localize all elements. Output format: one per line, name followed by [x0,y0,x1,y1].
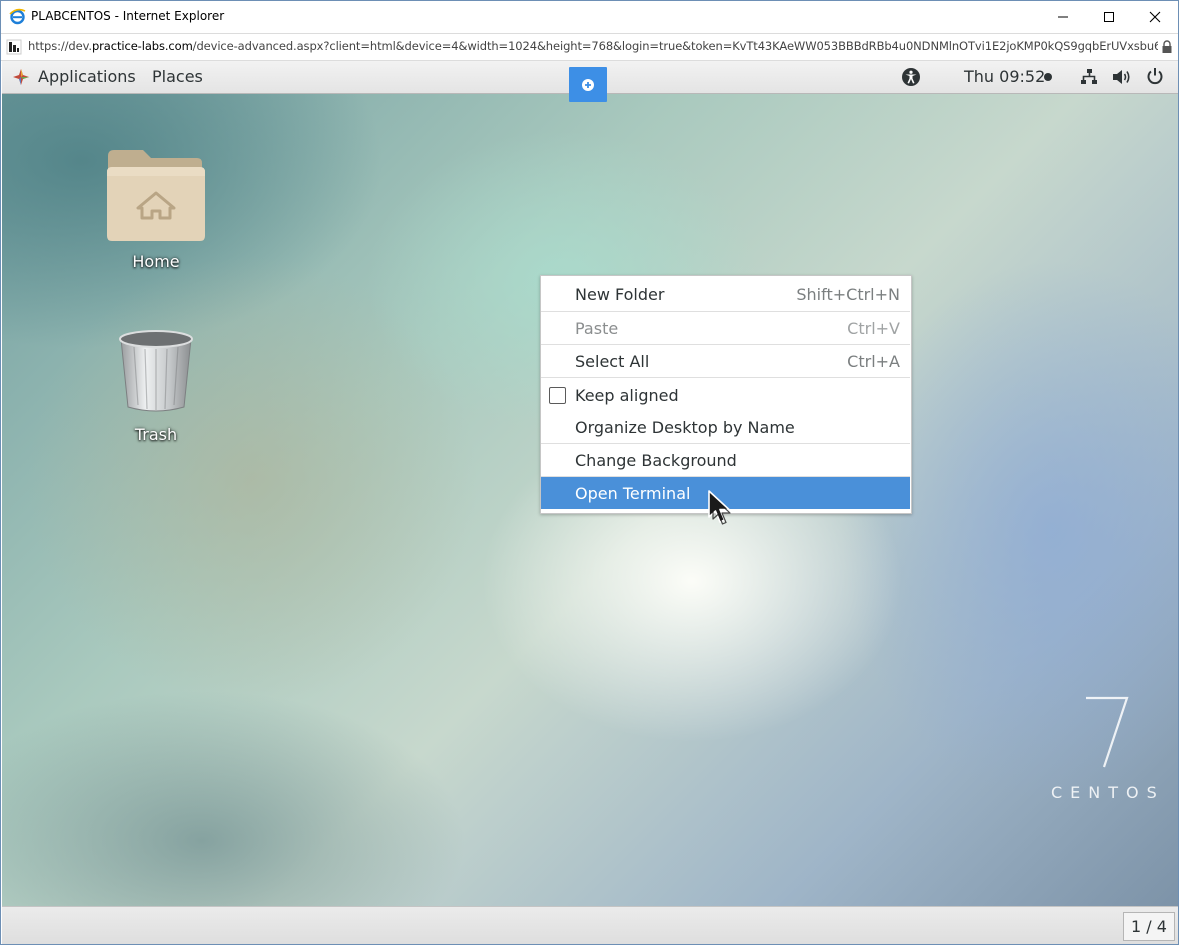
title-bar: PLABCENTOS - Internet Explorer [1,1,1178,33]
desktop-context-menu: New Folder Shift+Ctrl+N Paste Ctrl+V Sel… [540,275,912,514]
address-bar[interactable]: https://dev.practice-labs.com/device-adv… [1,33,1178,61]
menu-item-organize-by-name[interactable]: Organize Desktop by Name [541,411,910,443]
menu-item-keep-aligned[interactable]: Keep aligned [541,379,910,411]
remote-session-menu-button[interactable] [569,67,607,102]
site-favicon-icon [6,39,22,55]
window-title: PLABCENTOS - Internet Explorer [31,9,225,23]
url-prefix: https://dev. [28,39,92,53]
keep-aligned-checkbox[interactable] [549,387,566,404]
url-text[interactable]: https://dev.practice-labs.com/device-adv… [28,39,1158,53]
accessibility-icon[interactable] [901,67,921,87]
minimize-button[interactable] [1040,1,1086,32]
menu-item-change-background[interactable]: Change Background [541,444,910,476]
menu-item-label: Open Terminal [575,484,691,503]
remote-desktop[interactable]: Applications Places Thu 09:52 Home Trash… [2,61,1178,906]
gnome-bottom-panel: 1 / 4 [2,906,1178,944]
menu-item-label: Keep aligned [575,386,679,405]
volume-icon[interactable] [1112,68,1132,86]
menu-item-label: Paste [575,319,619,338]
notification-dot-icon [1044,73,1052,81]
workspace-indicator[interactable]: 1 / 4 [1123,912,1175,941]
maximize-button[interactable] [1086,1,1132,32]
desktop-icon-label: Trash [134,425,178,444]
plus-circle-icon [582,78,594,91]
mouse-pointer-icon [708,490,731,525]
menu-item-label: Select All [575,352,650,371]
menu-item-new-folder[interactable]: New Folder Shift+Ctrl+N [541,278,910,310]
internet-explorer-icon [9,8,26,25]
maximize-icon [1104,11,1114,22]
network-icon[interactable] [1080,68,1098,86]
trash-icon [119,330,193,412]
centos-logo-text: CENTOS [1051,783,1165,802]
menu-item-label: Organize Desktop by Name [575,418,795,437]
power-icon[interactable] [1146,67,1164,85]
close-button[interactable] [1132,1,1178,32]
desktop-icon-label: Home [132,252,180,271]
menu-item-paste: Paste Ctrl+V [541,312,910,344]
ie-window: PLABCENTOS - Internet Explorer https://d… [0,0,1179,945]
menu-item-shortcut: Shift+Ctrl+N [796,285,900,304]
applications-menu[interactable]: Applications [38,67,136,86]
url-domain: practice-labs.com [91,39,193,53]
lock-icon[interactable] [1161,40,1173,54]
places-menu[interactable]: Places [152,67,203,86]
minimize-icon [1058,16,1068,17]
menu-separator [541,377,910,378]
menu-item-shortcut: Ctrl+A [847,352,900,371]
clock[interactable]: Thu 09:52 [964,67,1045,86]
menu-item-label: Change Background [575,451,737,470]
home-folder-icon [107,150,205,241]
menu-item-shortcut: Ctrl+V [847,319,900,338]
applications-menu-icon[interactable] [12,68,30,86]
close-icon [1149,11,1161,22]
menu-item-select-all[interactable]: Select All Ctrl+A [541,345,910,377]
centos-7-logo [1086,696,1129,768]
url-path: /device-advanced.aspx?client=html&device… [192,39,1158,53]
menu-item-label: New Folder [575,285,665,304]
